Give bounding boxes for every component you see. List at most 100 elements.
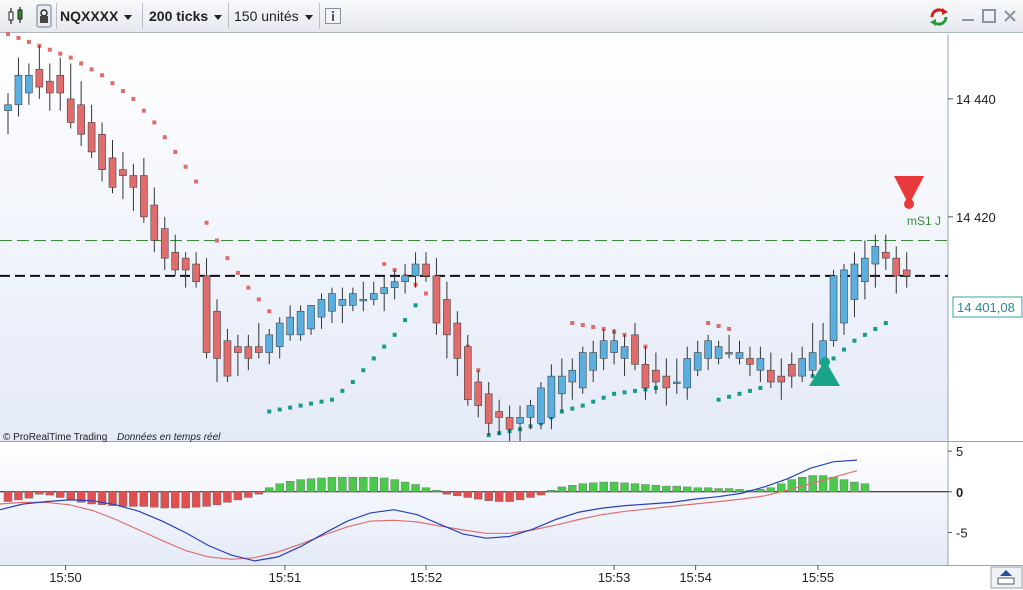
chart-area[interactable]: 14 440 14 420 5 0 -5 15:50 15:51 15:52 15:53 15:5… bbox=[0, 0, 1023, 590]
osc-histogram-bar bbox=[536, 491, 546, 496]
candle-body bbox=[798, 358, 807, 377]
osc-histogram-bar bbox=[756, 489, 765, 492]
candle-body bbox=[296, 310, 305, 336]
osc-histogram-bar bbox=[369, 476, 378, 493]
realtime-label: Données en temps réel bbox=[117, 432, 221, 443]
osc-histogram-bar bbox=[14, 491, 23, 501]
osc-histogram-bar bbox=[150, 491, 159, 508]
candle-body bbox=[589, 352, 598, 371]
osc-histogram-bar bbox=[432, 489, 441, 493]
candle-body bbox=[66, 98, 75, 123]
osc-histogram-bar bbox=[254, 491, 264, 495]
osc-histogram-bar bbox=[170, 491, 180, 509]
candle-body bbox=[369, 293, 378, 300]
osc-histogram-bar bbox=[662, 485, 671, 492]
osc-tick-label: 0 bbox=[956, 485, 963, 500]
candle bbox=[829, 269, 838, 347]
osc-histogram-bar bbox=[693, 487, 702, 493]
sar_red-dot bbox=[225, 256, 230, 261]
sar_red-dot bbox=[246, 285, 251, 290]
candle-body bbox=[474, 381, 483, 406]
osc-histogram-bar bbox=[359, 476, 368, 493]
candle-body bbox=[881, 251, 890, 259]
candle-body bbox=[265, 334, 274, 353]
sar_teal-dot bbox=[852, 338, 857, 343]
candle-body bbox=[255, 346, 263, 353]
candle-body bbox=[150, 204, 159, 241]
candle-body bbox=[850, 263, 859, 300]
osc-histogram-bar bbox=[338, 476, 347, 493]
candle-body bbox=[641, 364, 650, 389]
candle-body bbox=[202, 275, 211, 353]
candle-body bbox=[672, 381, 681, 384]
candle-body bbox=[359, 299, 368, 302]
sar_teal-dot bbox=[361, 368, 366, 373]
candle-body bbox=[140, 175, 148, 218]
osc-histogram-bar bbox=[515, 491, 525, 501]
sar_red-dot bbox=[173, 149, 178, 154]
candle-body bbox=[286, 316, 294, 336]
candle-body bbox=[4, 104, 12, 111]
sar_red-dot bbox=[580, 322, 585, 327]
candle-body bbox=[213, 310, 221, 359]
osc-histogram-bar bbox=[285, 481, 295, 492]
time-tick-label: 15:54 bbox=[679, 570, 712, 585]
osc-histogram-bar bbox=[766, 487, 776, 493]
candle-body bbox=[98, 133, 106, 170]
candle-body bbox=[537, 387, 545, 424]
sar_teal-dot bbox=[298, 403, 303, 408]
osc-histogram-bar bbox=[526, 491, 535, 498]
osc-histogram-bar bbox=[474, 491, 483, 500]
sar_red-dot bbox=[235, 270, 240, 275]
time-tick-label: 15:55 bbox=[802, 570, 835, 585]
sell-signal-dot bbox=[904, 199, 914, 209]
osc-histogram-bar bbox=[578, 483, 587, 492]
sar_red-dot bbox=[706, 321, 711, 326]
candle-body bbox=[307, 305, 315, 330]
osc-histogram-bar bbox=[212, 491, 222, 506]
osc-histogram-bar bbox=[860, 483, 870, 492]
sar_red-dot bbox=[716, 323, 721, 328]
sar_teal-dot bbox=[277, 407, 282, 412]
candle-body bbox=[87, 122, 96, 153]
osc-histogram-bar bbox=[609, 481, 619, 493]
sar_teal-dot bbox=[831, 356, 836, 361]
osc-histogram-bar bbox=[118, 491, 128, 507]
osc-histogram-bar bbox=[233, 491, 243, 501]
sar_red-dot bbox=[183, 164, 188, 169]
osc-histogram-bar bbox=[66, 491, 75, 501]
osc-histogram-bar bbox=[275, 483, 284, 492]
candle-body bbox=[662, 375, 671, 389]
osc-histogram-bar bbox=[411, 484, 420, 493]
sar_red-dot bbox=[382, 262, 387, 267]
candle-body bbox=[56, 74, 65, 94]
candle-body bbox=[808, 352, 817, 371]
sar_teal-dot bbox=[758, 385, 763, 390]
sar_teal-dot bbox=[392, 332, 397, 337]
candle-body bbox=[171, 251, 179, 271]
candle-body bbox=[829, 275, 838, 342]
candle-body bbox=[338, 299, 347, 306]
price-tick-label: 14 440 bbox=[956, 92, 996, 107]
candle-body bbox=[484, 393, 493, 424]
osc-histogram-bar bbox=[202, 491, 211, 507]
sar_teal-dot bbox=[340, 388, 345, 393]
scroll-right-button[interactable] bbox=[990, 566, 1023, 589]
osc-histogram-bar bbox=[87, 491, 96, 505]
sar_red-dot bbox=[89, 67, 94, 72]
sar_teal-dot bbox=[319, 399, 324, 404]
osc-histogram-bar bbox=[306, 478, 316, 492]
candle-body bbox=[453, 322, 462, 359]
sar_red-dot bbox=[58, 51, 63, 56]
candle-body bbox=[349, 293, 357, 306]
candle-body bbox=[108, 157, 117, 188]
candle-body bbox=[578, 352, 587, 389]
candle-body bbox=[746, 358, 754, 365]
candle-body bbox=[119, 169, 127, 176]
sar_red-dot bbox=[79, 61, 84, 66]
candle-body bbox=[77, 104, 85, 135]
osc-histogram-bar bbox=[850, 481, 859, 493]
sar_red-dot bbox=[120, 89, 125, 94]
osc-histogram-bar bbox=[839, 479, 849, 493]
osc-histogram-bar bbox=[296, 479, 305, 493]
